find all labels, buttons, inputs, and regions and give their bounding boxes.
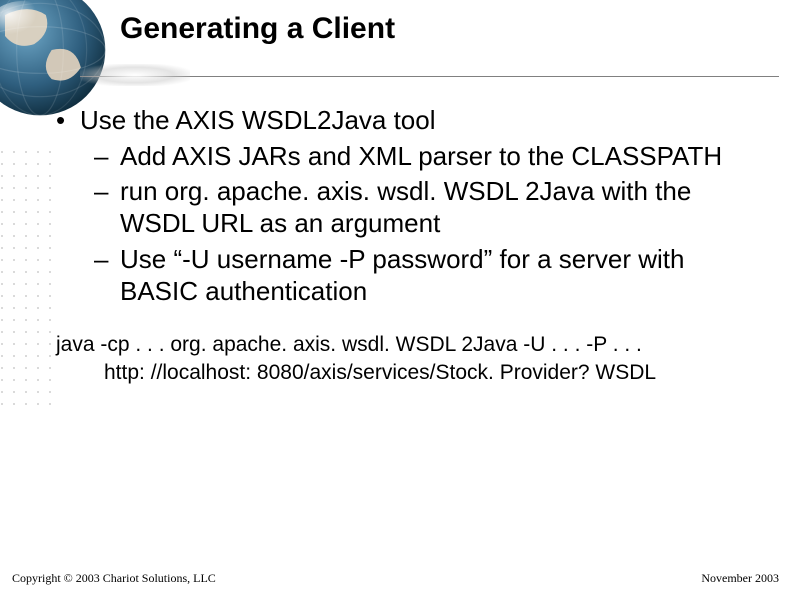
bullet-text: Add AXIS JARs and XML parser to the CLAS… <box>120 141 722 171</box>
bullet-level1: Use the AXIS WSDL2Java tool <box>56 105 759 137</box>
bullet-level2: run org. apache. axis. wsdl. WSDL 2Java … <box>56 176 759 239</box>
title-underline <box>80 64 779 88</box>
globe-image <box>0 0 110 120</box>
bullet-text: Use “-U username -P password” for a serv… <box>120 244 684 306</box>
footer-copyright: Copyright © 2003 Chariot Solutions, LLC <box>12 571 216 586</box>
slide-title: Generating a Client <box>120 12 395 46</box>
footer-date: November 2003 <box>701 571 779 586</box>
bullet-text: run org. apache. axis. wsdl. WSDL 2Java … <box>120 176 691 238</box>
slide: Generating a Client Use the AXIS WSDL2Ja… <box>0 0 799 598</box>
slide-body: Use the AXIS WSDL2Java tool Add AXIS JAR… <box>56 105 759 386</box>
bullet-level2: Add AXIS JARs and XML parser to the CLAS… <box>56 141 759 173</box>
side-dot-mesh <box>0 150 60 410</box>
bullet-level2: Use “-U username -P password” for a serv… <box>56 244 759 307</box>
bullet-text: Use the AXIS WSDL2Java tool <box>80 105 436 135</box>
command-line-1: java -cp . . . org. apache. axis. wsdl. … <box>56 333 642 356</box>
command-example: java -cp . . . org. apache. axis. wsdl. … <box>56 331 759 386</box>
command-line-2: http: //localhost: 8080/axis/services/St… <box>56 359 759 386</box>
